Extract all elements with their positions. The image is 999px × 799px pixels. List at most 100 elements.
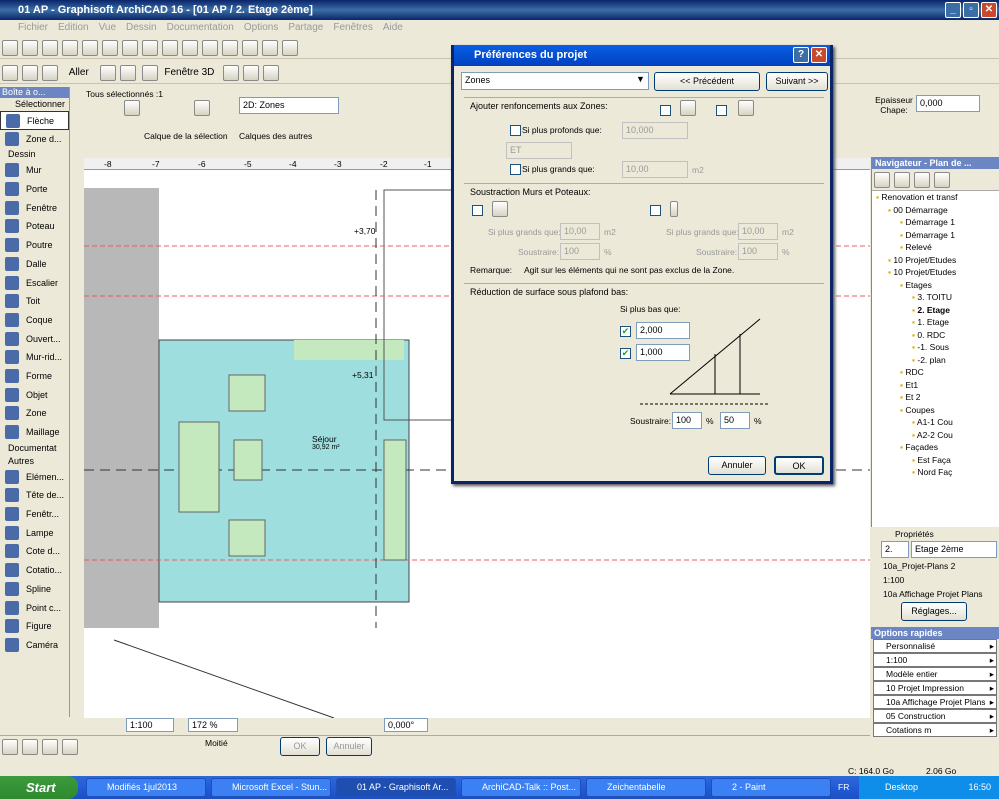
cut-icon[interactable] bbox=[82, 40, 98, 56]
tree-item[interactable]: ▪ Et 2 bbox=[872, 391, 999, 404]
task-excel[interactable]: Microsoft Excel - Stun... bbox=[211, 778, 331, 797]
tree-item[interactable]: ▪ Nord Faç bbox=[872, 466, 999, 479]
menu-options[interactable]: Options bbox=[244, 20, 278, 36]
story-name-field[interactable]: Etage 2ème bbox=[911, 541, 997, 558]
tool-fenetre[interactable]: Fenêtre bbox=[0, 199, 69, 218]
window3d-icon[interactable] bbox=[142, 65, 159, 81]
tool-mur-rid[interactable]: Mur-rid... bbox=[0, 348, 69, 367]
section-selection[interactable]: Sélectionner bbox=[0, 98, 69, 111]
edit-icon[interactable] bbox=[42, 739, 58, 755]
tool-figure[interactable]: Figure bbox=[0, 617, 69, 636]
close-button[interactable]: ✕ bbox=[981, 2, 997, 18]
tree-item[interactable]: ▪ 3. TOITU bbox=[872, 291, 999, 304]
task-zeichentabelle[interactable]: Zeichentabelle bbox=[586, 778, 706, 797]
line-geometry-icon[interactable] bbox=[22, 739, 38, 755]
view-dropdown[interactable]: 2D: Zones bbox=[239, 97, 339, 114]
profonds-checkbox[interactable] bbox=[510, 125, 521, 136]
pipette-icon[interactable] bbox=[222, 40, 238, 56]
new-icon[interactable] bbox=[2, 40, 18, 56]
start-button[interactable]: Start bbox=[0, 776, 78, 799]
menu-vue[interactable]: Vue bbox=[99, 20, 116, 36]
section-icon[interactable] bbox=[22, 65, 38, 81]
tool-forme[interactable]: Forme bbox=[0, 367, 69, 386]
quick-option-1-100[interactable]: 1:100 bbox=[873, 653, 997, 667]
dialog-help-button[interactable]: ? bbox=[793, 47, 809, 63]
task-archicad-talk[interactable]: ArchiCAD-Talk :: Post... bbox=[461, 778, 581, 797]
quick-option-10a-affichage-projet-plans[interactable]: 10a Affichage Projet Plans bbox=[873, 695, 997, 709]
renfoncement-checkbox-2[interactable] bbox=[716, 105, 727, 116]
guide-icon[interactable] bbox=[262, 40, 278, 56]
marquee-icon[interactable] bbox=[194, 100, 210, 116]
section-autres[interactable]: Autres bbox=[0, 455, 69, 468]
tool-point-c[interactable]: Point c... bbox=[0, 599, 69, 618]
redo-icon[interactable] bbox=[162, 40, 178, 56]
snap-icon[interactable] bbox=[242, 40, 258, 56]
tree-item[interactable]: ▪ Relevé bbox=[872, 241, 999, 254]
scale-field[interactable]: 1:100 bbox=[126, 718, 174, 732]
tree-item[interactable]: ▪ Démarrage 1 bbox=[872, 216, 999, 229]
task-paint[interactable]: 2 - Paint bbox=[711, 778, 831, 797]
tree-item[interactable]: ▪ RDC bbox=[872, 366, 999, 379]
view-map-icon[interactable] bbox=[894, 172, 910, 188]
cube-icon[interactable] bbox=[243, 65, 260, 81]
zone-name[interactable]: Séjour bbox=[312, 434, 337, 444]
reduction-sous-field-1[interactable]: 100 bbox=[672, 412, 702, 429]
menu-documentation[interactable]: Documentation bbox=[167, 20, 234, 36]
grands-checkbox[interactable] bbox=[510, 164, 521, 175]
box-icon[interactable] bbox=[223, 65, 240, 81]
open-icon[interactable] bbox=[22, 40, 38, 56]
tool-tete-de[interactable]: Tête de... bbox=[0, 486, 69, 505]
dialog-close-button[interactable]: ✕ bbox=[811, 47, 827, 63]
tree-item[interactable]: ▪ -1. Sous bbox=[872, 341, 999, 354]
floor-plan-icon[interactable] bbox=[2, 65, 18, 81]
tree-item[interactable]: ▪ 10 Projet/Etudes bbox=[872, 254, 999, 267]
tree-item[interactable]: ▪ Renovation et transf bbox=[872, 191, 999, 204]
language-indicator[interactable]: FR bbox=[838, 782, 849, 792]
tool-ouvert[interactable]: Ouvert... bbox=[0, 330, 69, 349]
tool-dalle[interactable]: Dalle bbox=[0, 255, 69, 274]
quick-option-10-projet-impression[interactable]: 10 Projet Impression bbox=[873, 681, 997, 695]
tree-item[interactable]: ▪ Etages bbox=[872, 279, 999, 292]
undo-icon[interactable] bbox=[142, 40, 158, 56]
precedent-button[interactable]: << Précédent bbox=[654, 72, 760, 91]
paste-icon[interactable] bbox=[122, 40, 138, 56]
copy-icon[interactable] bbox=[102, 40, 118, 56]
tool-toit[interactable]: Toit bbox=[0, 292, 69, 311]
murs-grands-field[interactable]: 10,00 bbox=[560, 223, 600, 240]
ok-button[interactable]: OK bbox=[774, 456, 824, 475]
menu-fenetres[interactable]: Fenêtres bbox=[333, 20, 372, 36]
restore-button[interactable]: ▫ bbox=[963, 2, 979, 18]
ok-disabled-button[interactable]: OK bbox=[280, 737, 320, 756]
profonds-field[interactable]: 10,000 bbox=[622, 122, 688, 139]
menu-aide[interactable]: Aide bbox=[383, 20, 403, 36]
tool-maillage[interactable]: Maillage bbox=[0, 423, 69, 442]
tool-mur[interactable]: Mur bbox=[0, 161, 69, 180]
tree-item[interactable]: ▪ 0. RDC bbox=[872, 329, 999, 342]
tree-item[interactable]: ▪ A2-2 Cou bbox=[872, 429, 999, 442]
story-id-field[interactable]: 2. bbox=[881, 541, 909, 558]
tool-camera[interactable]: Caméra bbox=[0, 636, 69, 655]
print-icon[interactable] bbox=[62, 40, 78, 56]
tree-item[interactable]: ▪ Coupes bbox=[872, 404, 999, 417]
save-icon[interactable] bbox=[42, 40, 58, 56]
pen-icon[interactable] bbox=[202, 40, 218, 56]
tree-item[interactable]: ▪ Façades bbox=[872, 441, 999, 454]
tool-lampe[interactable]: Lampe bbox=[0, 524, 69, 543]
menu-fichier[interactable]: Fichier bbox=[18, 20, 48, 36]
layout-book-icon[interactable] bbox=[914, 172, 930, 188]
grid-icon[interactable] bbox=[282, 40, 298, 56]
murs-checkbox[interactable] bbox=[472, 205, 483, 216]
task-archicad[interactable]: 01 AP - Graphisoft Ar... bbox=[336, 778, 456, 797]
magic-wand-icon[interactable] bbox=[62, 739, 78, 755]
menu-dessin[interactable]: Dessin bbox=[126, 20, 157, 36]
tool-coque[interactable]: Coque bbox=[0, 311, 69, 330]
tool-escalier[interactable]: Escalier bbox=[0, 274, 69, 293]
desktop-toolbar[interactable]: Desktop bbox=[885, 782, 918, 792]
walk-icon[interactable] bbox=[99, 65, 116, 81]
tool-fleche[interactable]: Flèche bbox=[0, 111, 69, 130]
epaisseur-field[interactable]: 0,000 bbox=[916, 95, 980, 112]
tool-porte[interactable]: Porte bbox=[0, 180, 69, 199]
poteaux-soustraire-field[interactable]: 100 bbox=[738, 243, 778, 260]
tree-item[interactable]: ▪ 10 Projet/Etudes bbox=[872, 266, 999, 279]
suivant-button[interactable]: Suivant >> bbox=[766, 72, 828, 91]
